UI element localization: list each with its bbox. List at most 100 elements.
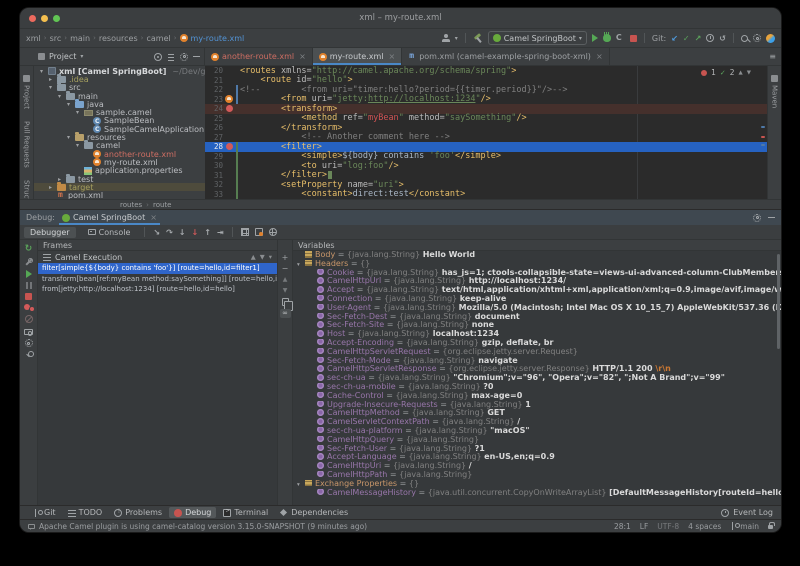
variable-row[interactable]: Connection = {java.lang.String} keep-ali…	[293, 295, 781, 304]
tab-debugger[interactable]: Debugger	[24, 227, 76, 238]
toolwindow-button-dependencies[interactable]: Dependencies	[275, 507, 353, 518]
lock-icon[interactable]	[768, 525, 773, 529]
hide-debug-icon[interactable]	[768, 214, 775, 221]
settings-gear-icon[interactable]	[753, 34, 761, 42]
rollback-icon[interactable]: ↺	[719, 34, 726, 43]
git-update-icon[interactable]: ↙	[671, 34, 678, 43]
breadcrumb-item[interactable]: my-route.xml	[191, 34, 245, 43]
close-tab-icon[interactable]: ×	[389, 52, 396, 61]
indent-setting[interactable]: 4 spaces	[688, 522, 721, 531]
prev-issue-icon[interactable]: ▲	[739, 70, 743, 76]
chevron-down-icon[interactable]: ▾	[56, 93, 63, 100]
chevron-down-icon[interactable]: ▾	[74, 109, 81, 116]
show-watches-icon[interactable]: ∞	[280, 309, 291, 318]
scrollbar[interactable]	[777, 254, 780, 349]
git-branch[interactable]: main	[730, 522, 759, 531]
chevron-down-icon[interactable]: ▾	[65, 101, 72, 108]
git-commit-icon[interactable]: ✓	[683, 34, 690, 43]
view-breakpoints-icon[interactable]	[24, 304, 34, 311]
tree-item[interactable]: pom.xml	[34, 191, 205, 199]
breadcrumb-item[interactable]: main	[70, 34, 90, 43]
tab-console[interactable]: Console	[82, 227, 137, 238]
variable-row[interactable]: Sec-Fetch-User = {java.lang.String} ?1	[293, 445, 781, 454]
toolwindow-button-problems[interactable]: Problems	[109, 507, 167, 518]
gutter[interactable]	[223, 105, 235, 112]
variable-row[interactable]: CamelHttpServletResponse = {org.eclipse.…	[293, 365, 781, 374]
history-icon[interactable]	[706, 34, 714, 42]
build-hammer-icon[interactable]	[473, 33, 483, 43]
code-line[interactable]: 22<!-- <from uri="timer:hello?period={{t…	[205, 85, 767, 95]
chevron-right-icon[interactable]: ▸	[47, 76, 54, 83]
breakpoint-icon[interactable]	[226, 143, 233, 150]
editor-tab[interactable]: pom.xml (camel-example-spring-boot-xml)×	[402, 48, 609, 65]
tab-options-icon[interactable]: ≡	[764, 48, 781, 65]
sidebar-item-pull-requests[interactable]: Pull Requests	[23, 121, 31, 168]
xml-breadcrumb-item[interactable]: routes	[120, 201, 142, 209]
next-frame-icon[interactable]: ▼	[260, 253, 265, 261]
variable-row[interactable]: Upgrade-Insecure-Requests = {java.lang.S…	[293, 401, 781, 410]
resume-icon[interactable]	[26, 270, 32, 278]
debug-settings-icon[interactable]	[753, 214, 761, 222]
chevron-down-icon[interactable]: ▾	[65, 134, 72, 141]
variable-row[interactable]: CamelHttpQuery = {java.lang.String}	[293, 436, 781, 445]
caret-position[interactable]: 28:1	[614, 522, 631, 531]
toolwindow-button-terminal[interactable]: Terminal	[218, 507, 273, 518]
variable-row[interactable]: sec-ch-ua = {java.lang.String} "Chromium…	[293, 374, 781, 383]
remove-watch-icon[interactable]: −	[282, 265, 289, 273]
move-watch-down-icon[interactable]: ▼	[283, 287, 288, 295]
layout-icon[interactable]	[241, 228, 249, 236]
line-ending[interactable]: LF	[640, 522, 649, 531]
breadcrumb-item[interactable]: resources	[99, 34, 138, 43]
variable-row[interactable]: Sec-Fetch-Mode = {java.lang.String} navi…	[293, 357, 781, 366]
thread-selector[interactable]: Camel Execution ▲ ▼ ▾	[38, 251, 277, 263]
code-line[interactable]: 21 <route id="hello">	[205, 76, 767, 86]
variable-row[interactable]: CamelHttpPath = {java.lang.String}	[293, 471, 781, 480]
close-tab-icon[interactable]: ×	[299, 52, 306, 61]
toolwindow-button-git[interactable]: Git	[28, 507, 61, 518]
toolwindow-button-debug[interactable]: Debug	[169, 507, 216, 518]
close-tab-icon[interactable]: ×	[596, 52, 603, 61]
breadcrumb-item[interactable]: camel	[146, 34, 170, 43]
variable-row[interactable]: CamelHttpUrl = {java.lang.String} http:/…	[293, 277, 781, 286]
coverage-button[interactable]	[616, 34, 625, 43]
stack-frame[interactable]: filter[simple{${body} contains 'foo'}] […	[38, 263, 277, 274]
close-session-icon[interactable]: ×	[150, 213, 157, 222]
stop-button[interactable]	[630, 35, 637, 42]
gutter[interactable]	[223, 143, 235, 150]
chevron-down-icon[interactable]: ▾	[297, 481, 305, 489]
move-watch-up-icon[interactable]: ▲	[283, 276, 288, 284]
debug-button[interactable]	[603, 34, 611, 42]
variable-row[interactable]: CamelHttpUri = {java.lang.String} /	[293, 462, 781, 471]
breadcrumb-item[interactable]: xml	[26, 34, 41, 43]
mute-breakpoints-icon[interactable]	[25, 315, 33, 323]
run-button[interactable]	[592, 34, 598, 42]
variable-row[interactable]: Sec-Fetch-Site = {java.lang.String} none	[293, 321, 781, 330]
file-encoding[interactable]: UTF-8	[657, 522, 679, 531]
git-push-icon[interactable]: ↗	[695, 34, 702, 43]
code-line[interactable]: 20<routes xmlns="http://camel.apache.org…	[205, 66, 767, 76]
next-issue-icon[interactable]: ▼	[747, 70, 751, 76]
variable-row[interactable]: Accept = {java.lang.String} text/html,ap…	[293, 286, 781, 295]
collapse-all-icon[interactable]	[167, 53, 175, 61]
code-line[interactable]: 26 </transform>	[205, 123, 767, 133]
variable-row[interactable]: sec-ch-ua-mobile = {java.lang.String} ?0	[293, 383, 781, 392]
code-line[interactable]: 25 <method ref="myBean" method="saySomet…	[205, 114, 767, 124]
code-line[interactable]: 30 <to uri="log:foo"/>	[205, 161, 767, 171]
code-line[interactable]: 28 <filter>	[205, 142, 767, 152]
variable-row[interactable]: Accept-Language = {java.lang.String} en-…	[293, 453, 781, 462]
variable-row[interactable]: Cookie = {java.lang.String} has_js=1; ct…	[293, 269, 781, 278]
code-line[interactable]: 33 <constant>direct:test</constant>	[205, 190, 767, 200]
chevron-down-icon[interactable]: ▾	[297, 261, 305, 269]
tree-item[interactable]: application.properties	[34, 167, 205, 175]
variables-header[interactable]: Variables	[293, 240, 781, 251]
chevron-down-icon[interactable]: ▾	[38, 68, 45, 75]
camel-debugger-icon[interactable]	[255, 228, 263, 236]
chevron-right-icon[interactable]: ▸	[47, 184, 54, 191]
variable-row[interactable]: CamelHttpServletRequest = {org.eclipse.j…	[293, 348, 781, 357]
breakpoint-icon[interactable]	[226, 105, 233, 112]
frames-header[interactable]: Frames	[38, 240, 277, 251]
variable-row[interactable]: Sec-Fetch-Dest = {java.lang.String} docu…	[293, 313, 781, 322]
editor-tab[interactable]: another-route.xml×	[205, 48, 313, 65]
variable-row[interactable]: Body = {java.lang.String} Hello World	[293, 251, 781, 260]
variable-row[interactable]: CamelServletContextPath = {java.lang.Str…	[293, 418, 781, 427]
